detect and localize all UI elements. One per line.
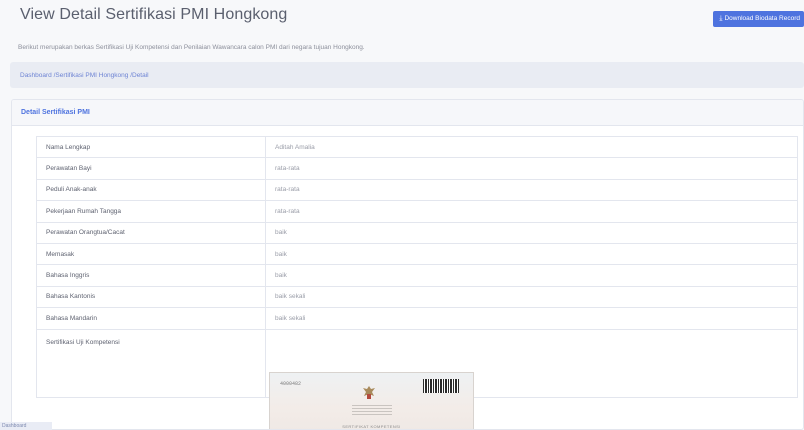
row-value: rata-rata [265, 178, 798, 202]
row-label: Peduli Anak-anak [36, 178, 266, 202]
table-row: Perawatan Bayi rata-rata [36, 157, 798, 180]
download-button-label: Download Biodata Record [724, 15, 800, 22]
row-value: baik sekali [265, 285, 798, 309]
detail-card: Detail Sertifikasi PMI Nama Lengkap Adit… [11, 99, 804, 430]
row-value: baik sekali [265, 307, 798, 330]
page: View Detail Sertifikasi PMI Hongkong ⤓ D… [0, 0, 804, 430]
row-label: Bahasa Kantonis [36, 285, 266, 309]
row-label: Nama Lengkap [36, 135, 266, 159]
row-value: baik [265, 221, 798, 244]
table-row: Memasak baik [36, 242, 798, 266]
row-value: rata-rata [265, 157, 798, 180]
row-value: Aditah Amalia [265, 135, 798, 159]
certificate-text-lines [352, 405, 392, 417]
certificate-heading: SERTIFIKAT KOMPETENSI [342, 424, 401, 429]
row-label: Bahasa Inggris [36, 264, 266, 287]
certificate-label: Sertifikasi Uji Kompetensi [36, 328, 266, 398]
detail-table: Nama Lengkap Aditah Amalia Perawatan Bay… [36, 135, 798, 398]
certificate-image[interactable]: 4000482 SERTIFIKAT KOMPETENSI [269, 372, 474, 429]
row-value: baik [265, 264, 798, 287]
row-label: Pekerjaan Rumah Tangga [36, 200, 266, 223]
table-row: Bahasa Kantonis baik sekali [36, 285, 798, 309]
corner-tag[interactable]: Dashboard [0, 422, 52, 430]
garuda-emblem-icon [363, 386, 375, 399]
page-title: View Detail Sertifikasi PMI Hongkong [20, 6, 288, 23]
card-header: Detail Sertifikasi PMI [12, 100, 803, 126]
table-row: Nama Lengkap Aditah Amalia [36, 135, 798, 159]
table-row: Bahasa Inggris baik [36, 264, 798, 287]
download-icon: ⤓ [719, 15, 723, 22]
download-biodata-button[interactable]: ⤓ Download Biodata Record [713, 11, 804, 27]
table-row: Bahasa Mandarin baik sekali [36, 307, 798, 330]
row-label: Bahasa Mandarin [36, 307, 266, 330]
row-value: baik [265, 242, 798, 266]
barcode-icon [423, 379, 459, 393]
certificate-number: 4000482 [280, 381, 302, 387]
table-row: Perawatan Orangtua/Cacat baik [36, 221, 798, 244]
row-value: rata-rata [265, 200, 798, 223]
card-title: Detail Sertifikasi PMI [21, 109, 90, 116]
table-row: Peduli Anak-anak rata-rata [36, 178, 798, 202]
page-description: Berikut merupakan berkas Sertifikasi Uji… [18, 44, 365, 51]
row-label: Memasak [36, 242, 266, 266]
row-label: Perawatan Bayi [36, 157, 266, 180]
breadcrumb-text[interactable]: Dashboard /Sertifikasi PMI Hongkong /Det… [20, 72, 149, 79]
table-row: Pekerjaan Rumah Tangga rata-rata [36, 200, 798, 223]
breadcrumb[interactable]: Dashboard /Sertifikasi PMI Hongkong /Det… [10, 62, 804, 88]
row-label: Perawatan Orangtua/Cacat [36, 221, 266, 244]
